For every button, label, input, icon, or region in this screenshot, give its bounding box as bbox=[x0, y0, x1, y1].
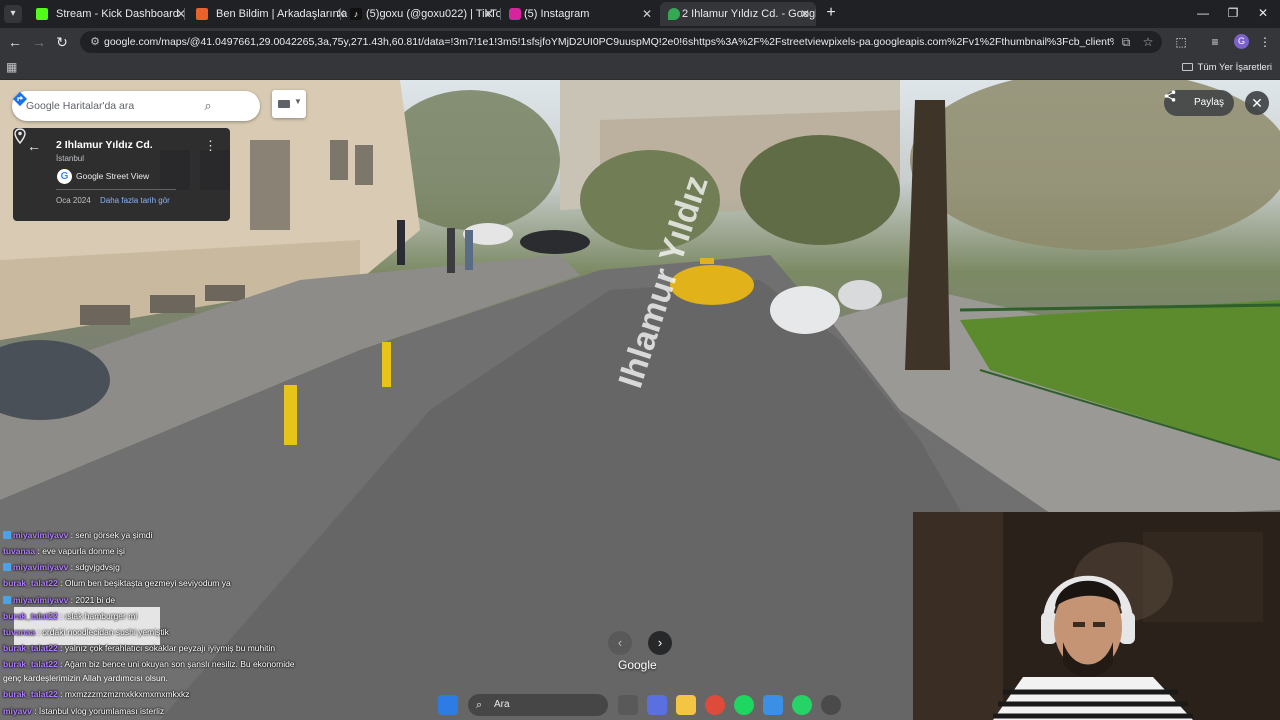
close-tab-icon[interactable]: ✕ bbox=[800, 2, 810, 26]
directions-icon[interactable] bbox=[12, 91, 28, 107]
chat-message: tuvanaa : ordaki noodlecidan sushi yemiş… bbox=[3, 627, 169, 637]
streamer-webcam bbox=[913, 512, 1280, 720]
forward-button[interactable]: → bbox=[30, 33, 48, 51]
tab-title: 2 Ihlamur Yıldız Cd. - Google H bbox=[682, 8, 816, 20]
chat-message-continuation: genç kardeşlerimizin Allah yardımcısı ol… bbox=[3, 673, 168, 683]
browser-tab-strip: ▾ Stream - Kick Dashboard ✕ Ben Bildim |… bbox=[0, 0, 1280, 28]
copilot-icon[interactable] bbox=[647, 695, 667, 715]
tab-title: (5) Instagram bbox=[524, 8, 590, 20]
file-explorer-icon[interactable] bbox=[676, 695, 696, 715]
apps-grid-icon[interactable]: ▦ bbox=[6, 60, 20, 74]
install-app-icon[interactable]: ⧉ bbox=[1118, 34, 1134, 50]
tab-title: Stream - Kick Dashboard bbox=[56, 8, 179, 20]
subscriber-badge-icon bbox=[3, 563, 11, 571]
minimize-button[interactable]: — bbox=[1188, 4, 1218, 22]
instagram-icon bbox=[509, 8, 521, 20]
chat-message: burak_talat22 : mxmzzzmzmzmxkkxmxmxmkxkz bbox=[3, 689, 190, 699]
maps-search-input[interactable] bbox=[26, 91, 196, 121]
webcam-illustration bbox=[913, 512, 1280, 720]
share-icon bbox=[1164, 90, 1176, 102]
previous-arrow-button[interactable]: ‹ bbox=[608, 631, 632, 655]
profile-avatar[interactable]: G bbox=[1234, 34, 1249, 49]
chat-message: burak_talat22 : Ağam biz bence uni okuya… bbox=[3, 659, 295, 669]
windows-taskbar: ⌕ Ara bbox=[420, 690, 860, 720]
chat-message: miyavimiyavv : sdgvjgdvsjg bbox=[3, 562, 120, 572]
chat-message: burak_talat22 : yalnız çok ferahlatıcı s… bbox=[3, 643, 276, 653]
windows-start-icon[interactable] bbox=[438, 695, 458, 715]
benbildim-icon bbox=[196, 8, 208, 20]
kick-icon bbox=[36, 8, 48, 20]
back-arrow-icon[interactable]: ← bbox=[27, 138, 43, 154]
reload-button[interactable]: ↻ bbox=[53, 33, 71, 51]
taskbar-search[interactable]: ⌕ Ara bbox=[468, 694, 608, 716]
close-tab-icon[interactable]: ✕ bbox=[642, 2, 652, 26]
tab-tiktok[interactable]: ♪ (5)goxu (@goxu022) | TikTok ✕ bbox=[340, 2, 500, 26]
tab-title: (5)goxu (@goxu022) | TikTok bbox=[366, 8, 500, 20]
google-logo-icon: G bbox=[57, 169, 72, 184]
taskbar-search-label: Ara bbox=[494, 699, 510, 710]
folder-icon bbox=[1181, 63, 1193, 71]
maps-search-box: ⌕ bbox=[12, 91, 260, 121]
browser-toolbar: ← → ↻ ⚙ google.com/maps/@41.0497661,29.0… bbox=[0, 28, 1280, 56]
back-button[interactable]: ← bbox=[6, 33, 24, 51]
tab-kick-dashboard[interactable]: Stream - Kick Dashboard ✕ bbox=[24, 2, 192, 26]
source-label: Google Street View bbox=[76, 171, 150, 181]
divider bbox=[56, 189, 176, 190]
obs-icon[interactable] bbox=[821, 695, 841, 715]
chat-message: tuvanaa : eve vapurla donme işi bbox=[3, 546, 125, 556]
keyboard-icon bbox=[278, 100, 290, 108]
search-icon[interactable]: ⌕ bbox=[200, 98, 216, 114]
next-arrow-button[interactable]: › bbox=[648, 631, 672, 655]
spotify-icon[interactable] bbox=[734, 695, 754, 715]
all-bookmarks-label: Tüm Yer İşaretleri bbox=[1197, 62, 1272, 73]
all-bookmarks-button[interactable]: Tüm Yer İşaretleri bbox=[1181, 56, 1272, 80]
search-icon: ⌕ bbox=[476, 699, 483, 711]
share-label: Paylaş bbox=[1194, 97, 1225, 108]
site-info-icon[interactable]: ⚙ bbox=[88, 35, 102, 49]
tab-google-maps[interactable]: 2 Ihlamur Yıldız Cd. - Google H ✕ bbox=[660, 2, 816, 26]
menu-kebab-icon[interactable]: ⋮ bbox=[1256, 33, 1274, 51]
tab-title: Ben Bildim | Arkadaşlarınla Onli bbox=[216, 8, 352, 20]
more-options-icon[interactable]: ⋮ bbox=[204, 138, 217, 154]
tab-search-icon[interactable]: ▾ bbox=[4, 5, 22, 23]
url-text[interactable]: google.com/maps/@41.0497661,29.0042265,3… bbox=[104, 31, 1114, 53]
bookmarks-bar: ▦ Tüm Yer İşaretleri bbox=[0, 56, 1280, 80]
capture-date: Oca 2024 bbox=[56, 196, 91, 205]
media-controls-icon[interactable]: ≡ bbox=[1206, 33, 1224, 51]
new-tab-button[interactable]: + bbox=[822, 4, 840, 22]
chat-message: burak_talat22 : Olum ben beşiktaşta gezm… bbox=[3, 578, 231, 588]
chat-message: burak_talat22 : ıslak hamburger mi bbox=[3, 611, 138, 621]
chat-message: miyavv : İstanbul vlog yorumlaması ister… bbox=[3, 706, 165, 716]
share-button[interactable]: Paylaş bbox=[1164, 90, 1234, 116]
task-view-icon[interactable] bbox=[618, 695, 638, 715]
map-pin-icon[interactable] bbox=[13, 128, 27, 144]
place-title: 2 Ihlamur Yıldız Cd. bbox=[56, 139, 153, 151]
whatsapp-icon[interactable] bbox=[792, 695, 812, 715]
tiktok-icon: ♪ bbox=[350, 8, 362, 20]
chrome-icon[interactable] bbox=[705, 695, 725, 715]
tab-ben-bildim[interactable]: Ben Bildim | Arkadaşlarınla Onli ✕ bbox=[184, 2, 352, 26]
close-tab-icon[interactable]: ✕ bbox=[484, 2, 494, 26]
address-bar[interactable]: ⚙ google.com/maps/@41.0497661,29.0042265… bbox=[80, 31, 1162, 53]
chevron-down-icon: ▼ bbox=[294, 97, 302, 106]
chat-message: miyavimiyavv : seni görsek ya şimdi bbox=[3, 530, 152, 540]
window-close-button[interactable]: ✕ bbox=[1248, 4, 1278, 22]
google-maps-icon bbox=[668, 8, 680, 20]
google-watermark: Google bbox=[618, 658, 657, 672]
see-more-dates-link[interactable]: Daha fazla tarih gör bbox=[100, 196, 170, 205]
street-view-info-card: ← 2 Ihlamur Yıldız Cd. İstanbul ⋮ G Goog… bbox=[13, 128, 230, 221]
microsoft-store-icon[interactable] bbox=[763, 695, 783, 715]
subscriber-badge-icon bbox=[3, 596, 11, 604]
subscriber-badge-icon bbox=[3, 531, 11, 539]
imagery-toggle-button[interactable]: ▼ bbox=[272, 90, 306, 118]
stream-chat-overlay: miyavimiyavv : seni görsek ya şimdi tuva… bbox=[0, 512, 460, 720]
restore-button[interactable]: ❐ bbox=[1218, 4, 1248, 22]
tab-instagram[interactable]: (5) Instagram ✕ bbox=[500, 2, 658, 26]
close-street-view-button[interactable]: ✕ bbox=[1245, 91, 1269, 115]
chat-message: miyavimiyavv : 2021 bi de bbox=[3, 595, 115, 605]
bookmark-star-icon[interactable]: ☆ bbox=[1140, 34, 1156, 50]
place-city: İstanbul bbox=[56, 154, 85, 163]
extensions-icon[interactable]: ⬚ bbox=[1172, 33, 1190, 51]
